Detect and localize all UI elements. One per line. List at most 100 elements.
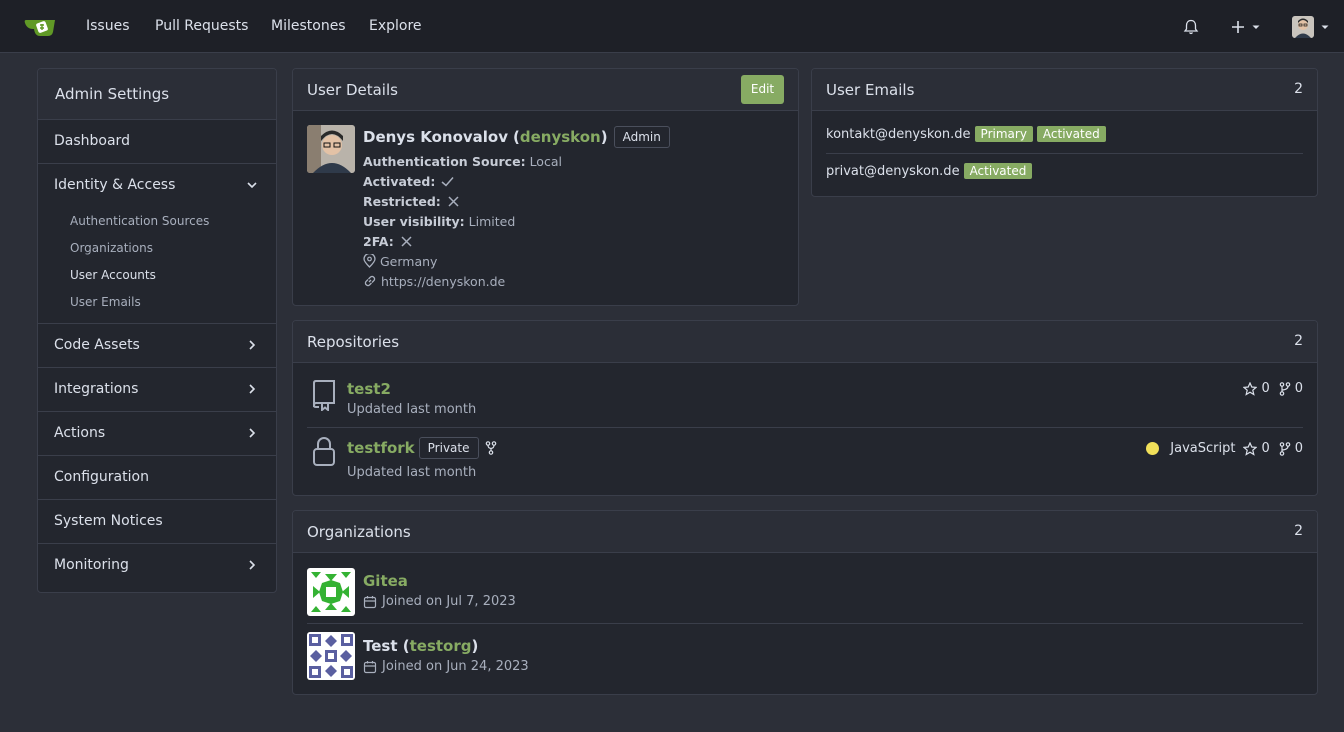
email-row: privat@denyskon.de Activated: [826, 163, 1033, 179]
org-name-link[interactable]: testorg: [410, 637, 472, 655]
calendar-icon: [363, 595, 377, 608]
org-avatar-gitea: [307, 568, 355, 616]
email-address: kontakt@denyskon.de: [826, 126, 971, 142]
org-joined: Joined on Jun 24, 2023: [382, 659, 529, 674]
top-navbar: Issues Pull Requests Milestones Explore: [0, 0, 1344, 53]
fork-icon: [485, 441, 496, 455]
repo-name-link[interactable]: testfork: [347, 439, 415, 457]
primary-badge: Primary: [974, 126, 1033, 142]
sidebar-item-actions[interactable]: Actions: [38, 412, 276, 456]
star-icon[interactable]: [1243, 441, 1258, 456]
org-name-row: Test (testorg): [363, 637, 479, 655]
email-row: kontakt@denyskon.de Primary Activated: [826, 126, 1106, 142]
user-username-link[interactable]: denyskon: [520, 128, 601, 146]
org-name-link[interactable]: Gitea: [363, 572, 408, 590]
auth-source-value: Local: [529, 154, 562, 169]
fork-icon[interactable]: [1279, 381, 1291, 396]
sidebar-subitem-authentication-sources[interactable]: Authentication Sources: [38, 208, 276, 235]
chevron-right-icon: [249, 384, 256, 394]
user-avatar: [307, 125, 355, 173]
check-icon: [441, 177, 454, 187]
panel-header: User Details Edit: [293, 69, 798, 111]
user-details-panel: User Details Edit Denys Konovalov (denys…: [292, 68, 799, 306]
repo-stats: JavaScript 0 0: [1146, 441, 1303, 456]
panel-header: Organizations 2: [293, 511, 1317, 553]
edit-button[interactable]: Edit: [741, 75, 784, 104]
sidebar-item-label: Dashboard: [54, 133, 130, 149]
sidebar-item-configuration[interactable]: Configuration: [38, 456, 276, 500]
divider: [307, 427, 1303, 428]
sidebar-group-identity: Identity & Access Authentication Sources…: [38, 164, 276, 324]
location-pin-icon: [363, 252, 376, 268]
chevron-down-icon: [247, 182, 257, 189]
calendar-icon: [363, 660, 377, 673]
chevron-right-icon: [249, 560, 256, 570]
repo-name-link[interactable]: test2: [347, 380, 391, 398]
repo-icon: [312, 380, 335, 411]
star-count: 0: [1261, 381, 1270, 396]
nav-pull-requests[interactable]: Pull Requests: [155, 18, 248, 34]
bell-icon: [1183, 19, 1199, 35]
nav-issues[interactable]: Issues: [86, 18, 130, 34]
language-color-dot: [1146, 442, 1160, 455]
email-address: privat@denyskon.de: [826, 163, 960, 179]
website-link[interactable]: https://denyskon.de: [381, 274, 505, 289]
org-avatar-testorg: [307, 632, 355, 680]
chevron-down-icon: [1321, 25, 1329, 29]
sidebar-subitem-user-emails[interactable]: User Emails: [38, 289, 276, 323]
sidebar-subitem-organizations[interactable]: Organizations: [38, 235, 276, 262]
link-icon: [364, 275, 376, 287]
sidebar-item-dashboard[interactable]: Dashboard: [38, 120, 276, 164]
user-name-row: Denys Konovalov (denyskon) Admin: [363, 126, 670, 148]
divider: [826, 153, 1303, 154]
email-count: 2: [1294, 81, 1303, 97]
repo-count: 2: [1294, 333, 1303, 349]
chevron-right-icon: [249, 340, 256, 350]
sidebar-item-label: Monitoring: [54, 557, 129, 573]
divider: [307, 623, 1303, 624]
sidebar-item-code-assets[interactable]: Code Assets: [38, 324, 276, 368]
website-row: https://denyskon.de: [363, 274, 505, 289]
sidebar-item-identity-access[interactable]: Identity & Access: [38, 164, 276, 208]
nav-milestones[interactable]: Milestones: [271, 18, 346, 34]
sidebar-title: Admin Settings: [38, 69, 276, 120]
user-menu-button[interactable]: [1292, 14, 1330, 40]
location-value: Germany: [380, 254, 438, 269]
create-menu-button[interactable]: [1231, 14, 1261, 40]
nav-explore[interactable]: Explore: [369, 18, 422, 34]
sidebar-item-integrations[interactable]: Integrations: [38, 368, 276, 412]
activated-badge: Activated: [1036, 126, 1106, 142]
repo-title-row: testfork Private: [347, 437, 497, 459]
star-icon[interactable]: [1243, 381, 1258, 396]
sidebar-item-label: Integrations: [54, 381, 139, 397]
sidebar-item-label: Actions: [54, 425, 106, 441]
x-icon: [448, 196, 459, 207]
activated-row: Activated:: [363, 174, 454, 189]
repo-updated: Updated last month: [347, 402, 477, 417]
visibility-value: Limited: [468, 214, 516, 229]
admin-badge: Admin: [613, 126, 670, 148]
star-count: 0: [1261, 441, 1270, 456]
panel-header: Repositories 2: [293, 321, 1317, 363]
fork-icon[interactable]: [1279, 441, 1291, 456]
repo-stats: 0 0: [1243, 381, 1303, 396]
org-joined-row: Joined on Jul 7, 2023: [363, 594, 516, 609]
twofa-row: 2FA:: [363, 234, 412, 249]
panel-title: User Details: [307, 81, 398, 99]
gitea-logo-icon[interactable]: [24, 14, 56, 40]
panel-title: User Emails: [826, 81, 915, 99]
chevron-down-icon: [1252, 25, 1260, 29]
org-joined: Joined on Jul 7, 2023: [382, 594, 516, 609]
visibility-row: User visibility: Limited: [363, 214, 516, 229]
panel-title: Repositories: [307, 333, 400, 351]
sidebar-item-monitoring[interactable]: Monitoring: [38, 544, 276, 588]
sidebar-item-label: Code Assets: [54, 337, 140, 353]
sidebar-item-label: Identity & Access: [54, 177, 176, 193]
sidebar-item-system-notices[interactable]: System Notices: [38, 500, 276, 544]
lock-icon: [313, 437, 335, 466]
x-icon: [401, 236, 412, 247]
notifications-button[interactable]: [1183, 14, 1199, 40]
fork-count: 0: [1294, 441, 1303, 456]
panel-title: Organizations: [307, 523, 411, 541]
sidebar-subitem-user-accounts[interactable]: User Accounts: [38, 262, 276, 289]
